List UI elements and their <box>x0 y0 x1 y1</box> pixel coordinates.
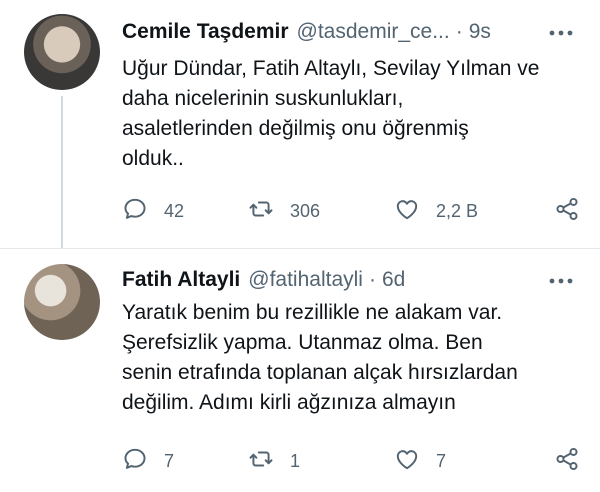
avatar[interactable] <box>24 14 100 90</box>
reply-button[interactable]: 7 <box>122 446 174 477</box>
reply-count: 42 <box>164 200 185 221</box>
author-name[interactable]: Fatih Altayli <box>122 268 240 292</box>
retweet-button[interactable]: 306 <box>248 196 320 227</box>
more-icon[interactable] <box>546 22 576 44</box>
retweet-count: 1 <box>290 450 301 471</box>
tweet-text: Yaratık benim bu rezillikle ne alakam va… <box>122 301 518 414</box>
heart-icon <box>394 446 420 477</box>
separator: · <box>455 20 463 43</box>
reply-count: 7 <box>164 450 175 471</box>
tweet[interactable]: Fatih Altayli @fatihaltayli · 6d Yaratık… <box>0 250 600 492</box>
tweet-header: Fatih Altayli @fatihaltayli · 6d <box>122 264 576 296</box>
share-button[interactable] <box>554 446 580 477</box>
tweet-actions: 7 1 7 <box>122 446 580 476</box>
like-button[interactable]: 7 <box>394 446 446 477</box>
tweet-header: Cemile Taşdemir @tasdemir_ce... · 9s <box>122 16 576 48</box>
reply-icon <box>122 446 148 477</box>
more-icon[interactable] <box>546 270 576 292</box>
share-icon <box>554 446 580 477</box>
reply-button[interactable]: 42 <box>122 196 184 227</box>
retweet-count: 306 <box>290 200 321 221</box>
share-icon <box>554 196 580 227</box>
tweet-text: Uğur Dündar, Fatih Altaylı, Sevilay Yılm… <box>122 57 540 170</box>
like-count: 7 <box>436 450 447 471</box>
timestamp[interactable]: 9s <box>469 20 491 44</box>
retweet-button[interactable]: 1 <box>248 446 300 477</box>
author-handle[interactable]: @tasdemir_ce... <box>297 20 450 44</box>
avatar[interactable] <box>24 264 100 340</box>
heart-icon <box>394 196 420 227</box>
author-handle[interactable]: @fatihaltayli <box>248 268 363 292</box>
tweet[interactable]: Cemile Taşdemir @tasdemir_ce... · 9s Uğu… <box>0 0 600 250</box>
thread-line <box>61 96 63 248</box>
tweet-divider <box>0 248 600 249</box>
like-button[interactable]: 2,2 B <box>394 196 478 227</box>
timestamp[interactable]: 6d <box>382 268 405 292</box>
author-name[interactable]: Cemile Taşdemir <box>122 20 289 44</box>
retweet-icon <box>248 446 274 477</box>
reply-icon <box>122 196 148 227</box>
like-count: 2,2 B <box>436 200 479 221</box>
share-button[interactable] <box>554 196 580 227</box>
separator: · <box>368 268 376 291</box>
tweet-actions: 42 306 2,2 B <box>122 196 580 226</box>
retweet-icon <box>248 196 274 227</box>
